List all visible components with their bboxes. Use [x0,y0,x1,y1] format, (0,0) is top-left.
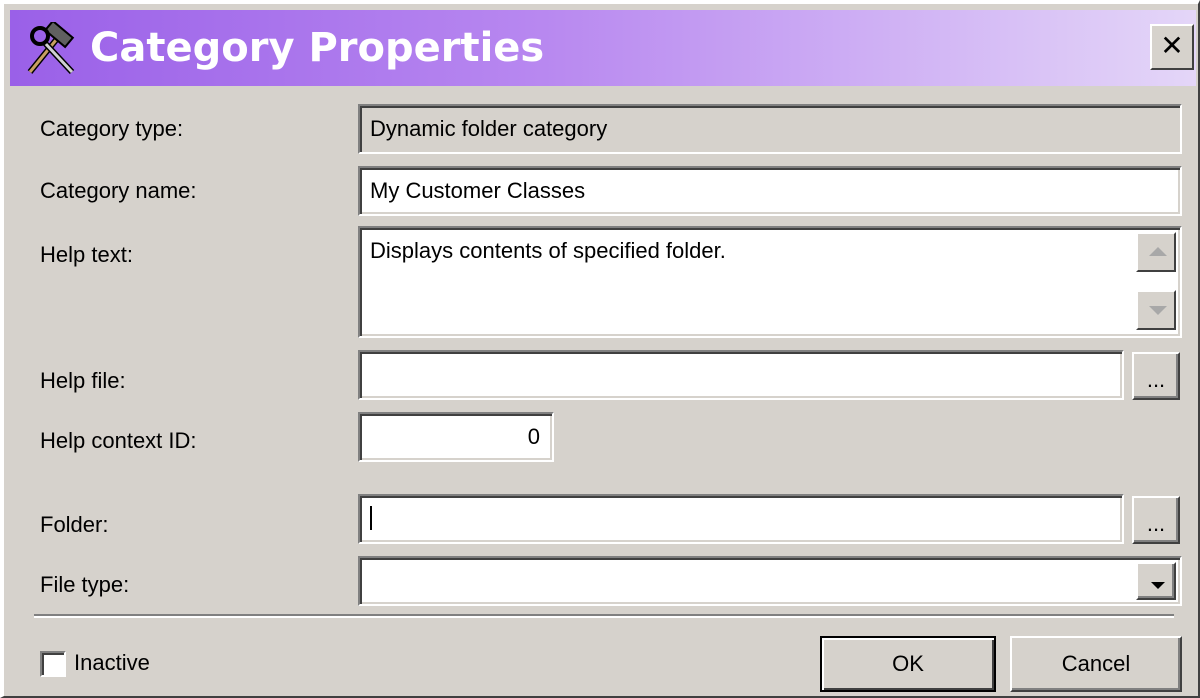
folder-input[interactable] [358,494,1124,544]
file-type-label: File type: [40,572,130,597]
category-type-value: Dynamic folder category [370,116,608,141]
ok-button[interactable]: OK [820,636,996,692]
arrow-down-icon [1149,306,1167,315]
category-name-value: My Customer Classes [370,178,586,203]
help-context-id-input[interactable]: 0 [358,412,554,462]
tools-icon [27,22,75,75]
text-cursor [370,506,372,530]
ok-label: OK [892,651,924,676]
browse-label: ... [1146,511,1166,536]
help-file-label: Help file: [40,368,126,393]
scroll-down-button[interactable] [1136,290,1176,330]
help-context-id-label: Help context ID: [40,428,197,453]
help-text-label: Help text: [40,242,133,267]
category-properties-dialog: Category Properties ✕ Category type: Dyn… [0,0,1200,698]
folder-browse-button[interactable]: ... [1132,496,1180,544]
title-bar[interactable]: Category Properties ✕ [10,10,1196,86]
category-name-input[interactable]: My Customer Classes [358,166,1182,216]
category-name-label: Category name: [40,178,197,203]
file-type-dropdown-button[interactable] [1136,562,1176,600]
browse-label: ... [1146,367,1166,392]
separator [34,614,1174,618]
help-file-input[interactable] [358,350,1124,400]
category-type-field: Dynamic folder category [358,104,1182,154]
scroll-up-button[interactable] [1136,232,1176,272]
cancel-button[interactable]: Cancel [1010,636,1182,692]
help-context-id-value: 0 [527,424,540,449]
close-button[interactable]: ✕ [1150,24,1194,70]
chevron-down-icon [1151,582,1165,589]
help-text-textarea[interactable]: Displays contents of specified folder. [358,226,1182,338]
help-file-browse-button[interactable]: ... [1132,352,1180,400]
folder-label: Folder: [40,512,109,537]
dialog-title: Category Properties [90,25,545,71]
category-type-label: Category type: [40,116,184,141]
cancel-label: Cancel [1061,651,1131,676]
close-icon: ✕ [1160,29,1184,62]
inactive-checkbox[interactable] [40,651,66,677]
help-text-value: Displays contents of specified folder. [370,238,726,263]
arrow-up-icon [1149,247,1167,256]
file-type-select[interactable] [358,556,1182,606]
inactive-label[interactable]: Inactive [74,648,150,678]
